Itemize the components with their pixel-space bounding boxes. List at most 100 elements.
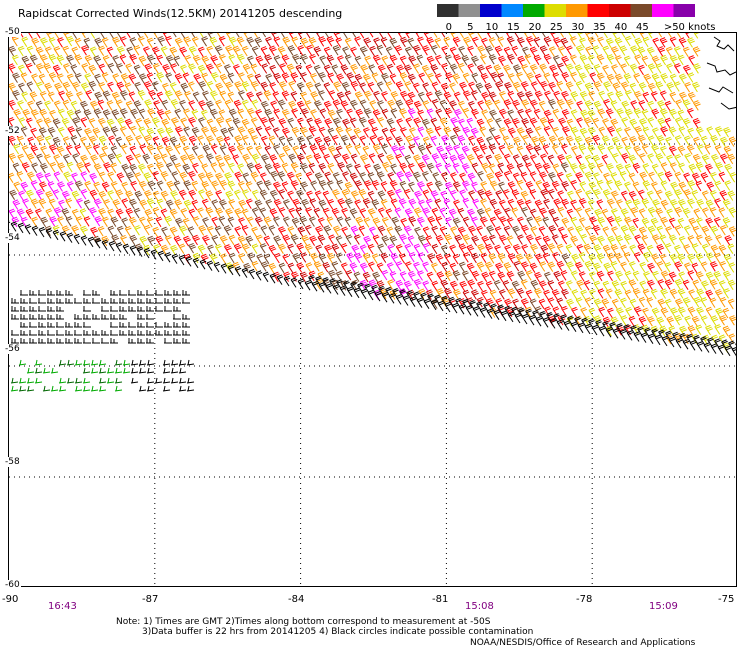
wind-barb xyxy=(430,190,439,201)
wind-barb xyxy=(408,55,417,66)
wind-barb xyxy=(577,33,584,39)
wind-barb xyxy=(643,271,650,282)
wind-barb xyxy=(147,163,154,174)
wind-barb xyxy=(13,108,22,120)
wind-barb xyxy=(120,143,128,155)
wind-barb xyxy=(179,46,188,58)
wind-barb xyxy=(668,271,677,283)
wind-barb xyxy=(553,37,562,48)
wind-barb xyxy=(137,330,145,336)
wind-barb xyxy=(281,162,289,174)
wind-barb xyxy=(237,53,245,65)
wind-barb xyxy=(562,126,570,137)
wind-barb xyxy=(412,44,421,56)
wind-barb xyxy=(85,89,93,101)
wind-barb xyxy=(381,216,389,228)
wind-barb xyxy=(386,118,395,129)
wind-barb xyxy=(255,234,263,245)
wind-barb xyxy=(669,199,678,210)
wind-barb xyxy=(413,278,422,290)
wind-barb xyxy=(431,225,439,237)
wind-barb xyxy=(102,109,111,120)
wind-barb xyxy=(18,359,27,366)
wind-barb xyxy=(452,270,461,281)
wind-barb xyxy=(47,91,55,102)
wind-barb xyxy=(326,36,335,47)
wind-barb xyxy=(570,199,577,211)
wind-barb xyxy=(558,46,565,57)
wind-barb xyxy=(511,207,519,218)
wind-barb xyxy=(426,271,434,283)
wind-barb xyxy=(335,145,343,156)
wind-barb xyxy=(316,33,321,38)
wind-barb xyxy=(459,280,468,292)
wind-barb xyxy=(417,109,425,121)
wind-barb xyxy=(350,46,357,57)
wind-barb xyxy=(647,153,654,164)
wind-barb xyxy=(570,270,578,281)
wind-barb xyxy=(134,190,143,202)
wind-barb xyxy=(269,189,278,201)
wind-barb xyxy=(538,298,546,309)
wind-barb xyxy=(63,171,72,182)
wind-barb xyxy=(12,89,20,101)
wind-barb xyxy=(191,36,199,47)
wind-barb xyxy=(724,180,732,191)
wind-barb xyxy=(494,244,501,255)
wind-barb xyxy=(304,224,312,236)
wind-barb xyxy=(57,37,64,48)
wind-barb xyxy=(593,280,601,291)
wind-barb xyxy=(556,260,565,272)
wind-barb xyxy=(687,107,694,119)
wind-barb xyxy=(61,117,70,129)
wind-barb xyxy=(341,226,348,237)
wind-barb xyxy=(241,208,249,220)
wind-barb xyxy=(71,208,79,220)
wind-barb xyxy=(634,37,643,49)
wind-barb xyxy=(678,37,687,48)
wind-barb xyxy=(206,118,214,129)
wind-barb xyxy=(674,135,682,146)
wind-barb xyxy=(462,252,470,263)
wind-barb xyxy=(234,208,243,219)
wind-barb xyxy=(121,181,129,193)
wind-barb xyxy=(254,73,262,84)
wind-barb xyxy=(202,235,210,246)
wind-barb xyxy=(425,127,434,139)
wind-barb xyxy=(247,252,255,263)
wind-barb xyxy=(36,81,43,93)
wind-barb xyxy=(264,163,273,174)
wind-barb xyxy=(213,261,221,273)
wind-barb xyxy=(547,297,555,308)
wind-barb xyxy=(693,136,700,148)
wind-barb xyxy=(566,208,574,220)
wind-barb xyxy=(525,270,533,281)
wind-barb xyxy=(363,108,372,119)
wind-barb xyxy=(592,117,600,129)
wind-barb xyxy=(521,117,530,129)
wind-barb xyxy=(577,322,585,334)
wind-barb xyxy=(673,46,681,57)
wind-barb xyxy=(570,216,578,228)
wind-barb xyxy=(210,55,219,66)
wind-barb xyxy=(638,208,646,219)
wind-barb xyxy=(107,208,115,220)
wind-barb xyxy=(62,136,70,147)
wind-barb xyxy=(322,261,331,273)
wind-barb xyxy=(304,243,313,255)
wind-barb xyxy=(498,55,506,67)
wind-barb xyxy=(593,244,602,255)
wind-barb xyxy=(548,46,556,57)
wind-barb xyxy=(318,179,327,191)
wind-barb xyxy=(520,261,529,272)
wind-barb xyxy=(486,225,495,236)
wind-barb xyxy=(261,63,269,74)
wind-barb xyxy=(323,46,331,58)
wind-barb xyxy=(119,290,127,296)
wind-barb xyxy=(57,181,65,192)
wind-barb xyxy=(134,153,142,164)
wind-barb xyxy=(209,253,218,264)
wind-barb xyxy=(256,253,264,265)
wind-barb xyxy=(567,190,574,202)
wind-barb xyxy=(66,161,74,173)
